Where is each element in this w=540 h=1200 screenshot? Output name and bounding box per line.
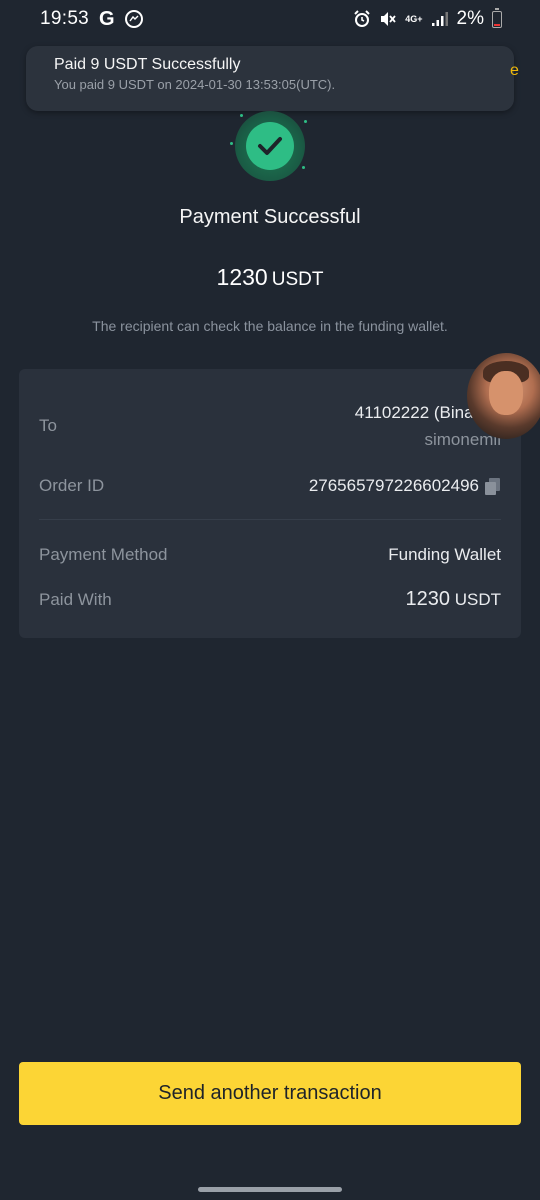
home-indicator[interactable] xyxy=(198,1187,342,1192)
payment-method-label: Payment Method xyxy=(39,545,168,564)
divider xyxy=(39,519,501,520)
notification-title: Paid 9 USDT Successfully xyxy=(54,56,241,73)
status-left: 19:53 G xyxy=(40,8,143,31)
paid-with-amount: 1230 xyxy=(405,588,450,610)
messenger-icon xyxy=(124,10,143,28)
send-another-transaction-button[interactable]: Send another transaction xyxy=(19,1062,521,1125)
status-time: 19:53 xyxy=(40,8,90,29)
status-bar: 19:53 G 4G+ 2% xyxy=(0,0,540,38)
amount-value: 1230 xyxy=(216,264,268,290)
google-icon: G xyxy=(99,7,115,30)
order-id-row: 276565797226602496 xyxy=(309,476,501,496)
payment-method-value: Funding Wallet xyxy=(388,545,501,564)
mute-icon xyxy=(379,10,397,28)
payment-notification[interactable]: Paid 9 USDT Successfully You paid 9 USDT… xyxy=(26,46,514,111)
battery-percent: 2% xyxy=(456,8,484,29)
payment-status-title: Payment Successful xyxy=(179,206,361,228)
avatar[interactable] xyxy=(467,353,540,439)
order-id-label: Order ID xyxy=(39,476,105,495)
battery-icon xyxy=(492,7,502,28)
order-id-value: 276565797226602496 xyxy=(308,476,479,495)
signal-icon xyxy=(431,10,449,28)
payment-subtitle: The recipient can check the balance in t… xyxy=(92,318,448,334)
paid-with-value: 1230 USDT xyxy=(405,588,501,611)
partially-hidden-text: e xyxy=(510,62,519,79)
notification-body: You paid 9 USDT on 2024-01-30 13:53:05(U… xyxy=(54,77,336,92)
to-label: To xyxy=(39,416,57,435)
success-check-icon xyxy=(226,108,314,188)
payment-details-card: To 41102222 (Binance simonemil Order ID … xyxy=(19,369,521,638)
network-type: 4G+ xyxy=(405,13,423,24)
paid-with-currency: USDT xyxy=(454,590,501,609)
status-right: 4G+ 2% xyxy=(353,7,502,30)
amount-currency: USDT xyxy=(271,269,324,290)
payment-amount: 1230 USDT xyxy=(0,264,540,291)
alarm-icon xyxy=(353,10,371,28)
copy-icon[interactable] xyxy=(485,478,501,496)
paid-with-label: Paid With xyxy=(39,590,112,609)
